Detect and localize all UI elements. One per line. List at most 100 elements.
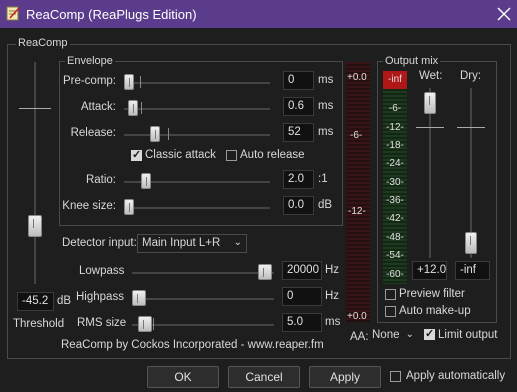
ratio-unit: :1 [318, 173, 328, 185]
aa-value: None [372, 329, 400, 341]
gr-label-bottom: +0.0 [347, 311, 367, 322]
auto-makeup-checkbox[interactable] [385, 306, 396, 317]
out-meter-label-inf: -inf [388, 74, 402, 85]
lowpass-unit: Hz [325, 264, 340, 276]
preview-filter-checkbox[interactable] [385, 289, 396, 300]
threshold-value[interactable]: -45.2 [17, 292, 54, 311]
limit-output-label[interactable]: Limit output [438, 329, 497, 341]
out-meter-label: -60- [386, 269, 404, 280]
attack-track[interactable] [124, 108, 270, 110]
dry-thumb[interactable] [465, 232, 477, 254]
threshold-label: Threshold [13, 318, 65, 330]
attack-value[interactable]: 0.6 [283, 97, 314, 116]
out-meter-label: -24- [386, 158, 404, 169]
attack-label: Attack: [80, 101, 116, 113]
threshold-unit: dB [57, 295, 72, 307]
lowpass-value[interactable]: 20000 [282, 261, 322, 280]
apply-automatically-label[interactable]: Apply automatically [406, 370, 505, 382]
chevron-down-icon: ⌄ [405, 329, 414, 340]
detector-value: Main Input L+R [142, 237, 221, 249]
apply-button[interactable]: Apply [309, 366, 381, 388]
attack-tick [141, 102, 142, 114]
rms-unit: ms [325, 316, 341, 328]
release-value[interactable]: 52 [283, 123, 314, 142]
release-track[interactable] [124, 134, 270, 136]
rms-label: RMS size [77, 317, 127, 329]
wet-label: Wet: [419, 70, 443, 82]
auto-release-label[interactable]: Auto release [240, 149, 305, 161]
ok-button[interactable]: OK [147, 366, 219, 388]
aa-label: AA: [350, 331, 369, 343]
auto-makeup-label[interactable]: Auto make-up [399, 305, 471, 317]
envelope-group-label: Envelope [65, 55, 115, 67]
attack-unit: ms [318, 100, 334, 112]
out-meter-label: -42- [386, 213, 404, 224]
lowpass-thumb[interactable] [258, 264, 272, 280]
app-icon [6, 6, 20, 21]
dry-label: Dry: [460, 70, 482, 82]
limit-output-checkbox[interactable] [424, 327, 435, 340]
highpass-value[interactable]: 0 [282, 287, 322, 306]
classic-attack-label[interactable]: Classic attack [145, 149, 216, 161]
highpass-thumb[interactable] [132, 290, 146, 306]
classic-attack-checkbox[interactable] [131, 148, 142, 161]
ratio-value[interactable]: 2.0 [283, 170, 314, 189]
gain-reduction-meter [346, 62, 370, 322]
precomp-tick [140, 76, 141, 88]
knee-value[interactable]: 0.0 [283, 196, 314, 215]
output-mix-label: Output mix [383, 55, 441, 67]
gr-label-12: -12- [348, 206, 366, 217]
highpass-label: Highpass [76, 291, 124, 303]
rms-thumb[interactable] [138, 316, 152, 332]
window-title: ReaComp (ReaPlugs Edition) [26, 7, 197, 22]
out-meter-label: -30- [386, 177, 404, 188]
wet-value[interactable]: +12.0 [412, 261, 447, 280]
dry-value[interactable]: -inf [455, 261, 490, 280]
out-meter-label: -36- [386, 195, 404, 206]
lowpass-label: Lowpass [79, 265, 125, 277]
highpass-unit: Hz [325, 290, 340, 302]
cancel-button[interactable]: Cancel [228, 366, 300, 388]
close-icon[interactable] [494, 4, 514, 24]
knee-thumb[interactable] [124, 199, 134, 215]
threshold-track[interactable] [34, 62, 36, 284]
credit-text: ReaComp by Cockos Incorporated - www.rea… [61, 339, 324, 351]
rms-value[interactable]: 5.0 [282, 313, 322, 332]
highpass-track[interactable] [132, 298, 274, 300]
release-thumb[interactable] [150, 126, 160, 142]
aa-select[interactable]: None ⌄ [368, 327, 418, 346]
rms-tick [153, 318, 154, 330]
precomp-thumb[interactable] [124, 74, 134, 90]
attack-thumb[interactable] [128, 100, 138, 116]
ratio-thumb[interactable] [141, 173, 151, 189]
out-meter-label: -54- [386, 250, 404, 261]
release-tick [168, 128, 169, 140]
out-meter-label: -12- [386, 122, 404, 133]
precomp-track[interactable] [124, 82, 270, 84]
gr-label-top: +0.0 [347, 72, 367, 83]
precomp-value[interactable]: 0 [283, 71, 314, 90]
apply-automatically-checkbox[interactable] [390, 371, 401, 382]
chevron-down-icon: ⌄ [233, 237, 242, 248]
auto-release-checkbox[interactable] [226, 150, 237, 161]
wet-ref-line [416, 127, 444, 128]
precomp-unit: ms [318, 74, 334, 86]
release-unit: ms [318, 126, 334, 138]
lowpass-track[interactable] [132, 272, 274, 274]
threshold-ref-line [19, 108, 51, 109]
out-meter-label: -6- [388, 103, 402, 114]
wet-thumb[interactable] [424, 92, 436, 114]
reacomp-group-label: ReaComp [16, 37, 70, 49]
dry-ref-line [457, 127, 485, 128]
knee-unit: dB [318, 199, 333, 211]
gr-label-6: -6- [350, 130, 363, 141]
threshold-thumb[interactable] [28, 215, 42, 237]
out-meter-label: -18- [386, 140, 404, 151]
precomp-label: Pre-comp: [62, 75, 116, 87]
out-meter-label: -48- [386, 232, 404, 243]
preview-filter-label[interactable]: Preview filter [399, 288, 465, 300]
ratio-label: Ratio: [85, 174, 116, 186]
detector-select[interactable]: Main Input L+R ⌄ [137, 234, 247, 253]
knee-track[interactable] [124, 207, 270, 209]
knee-label: Knee size: [62, 200, 116, 212]
